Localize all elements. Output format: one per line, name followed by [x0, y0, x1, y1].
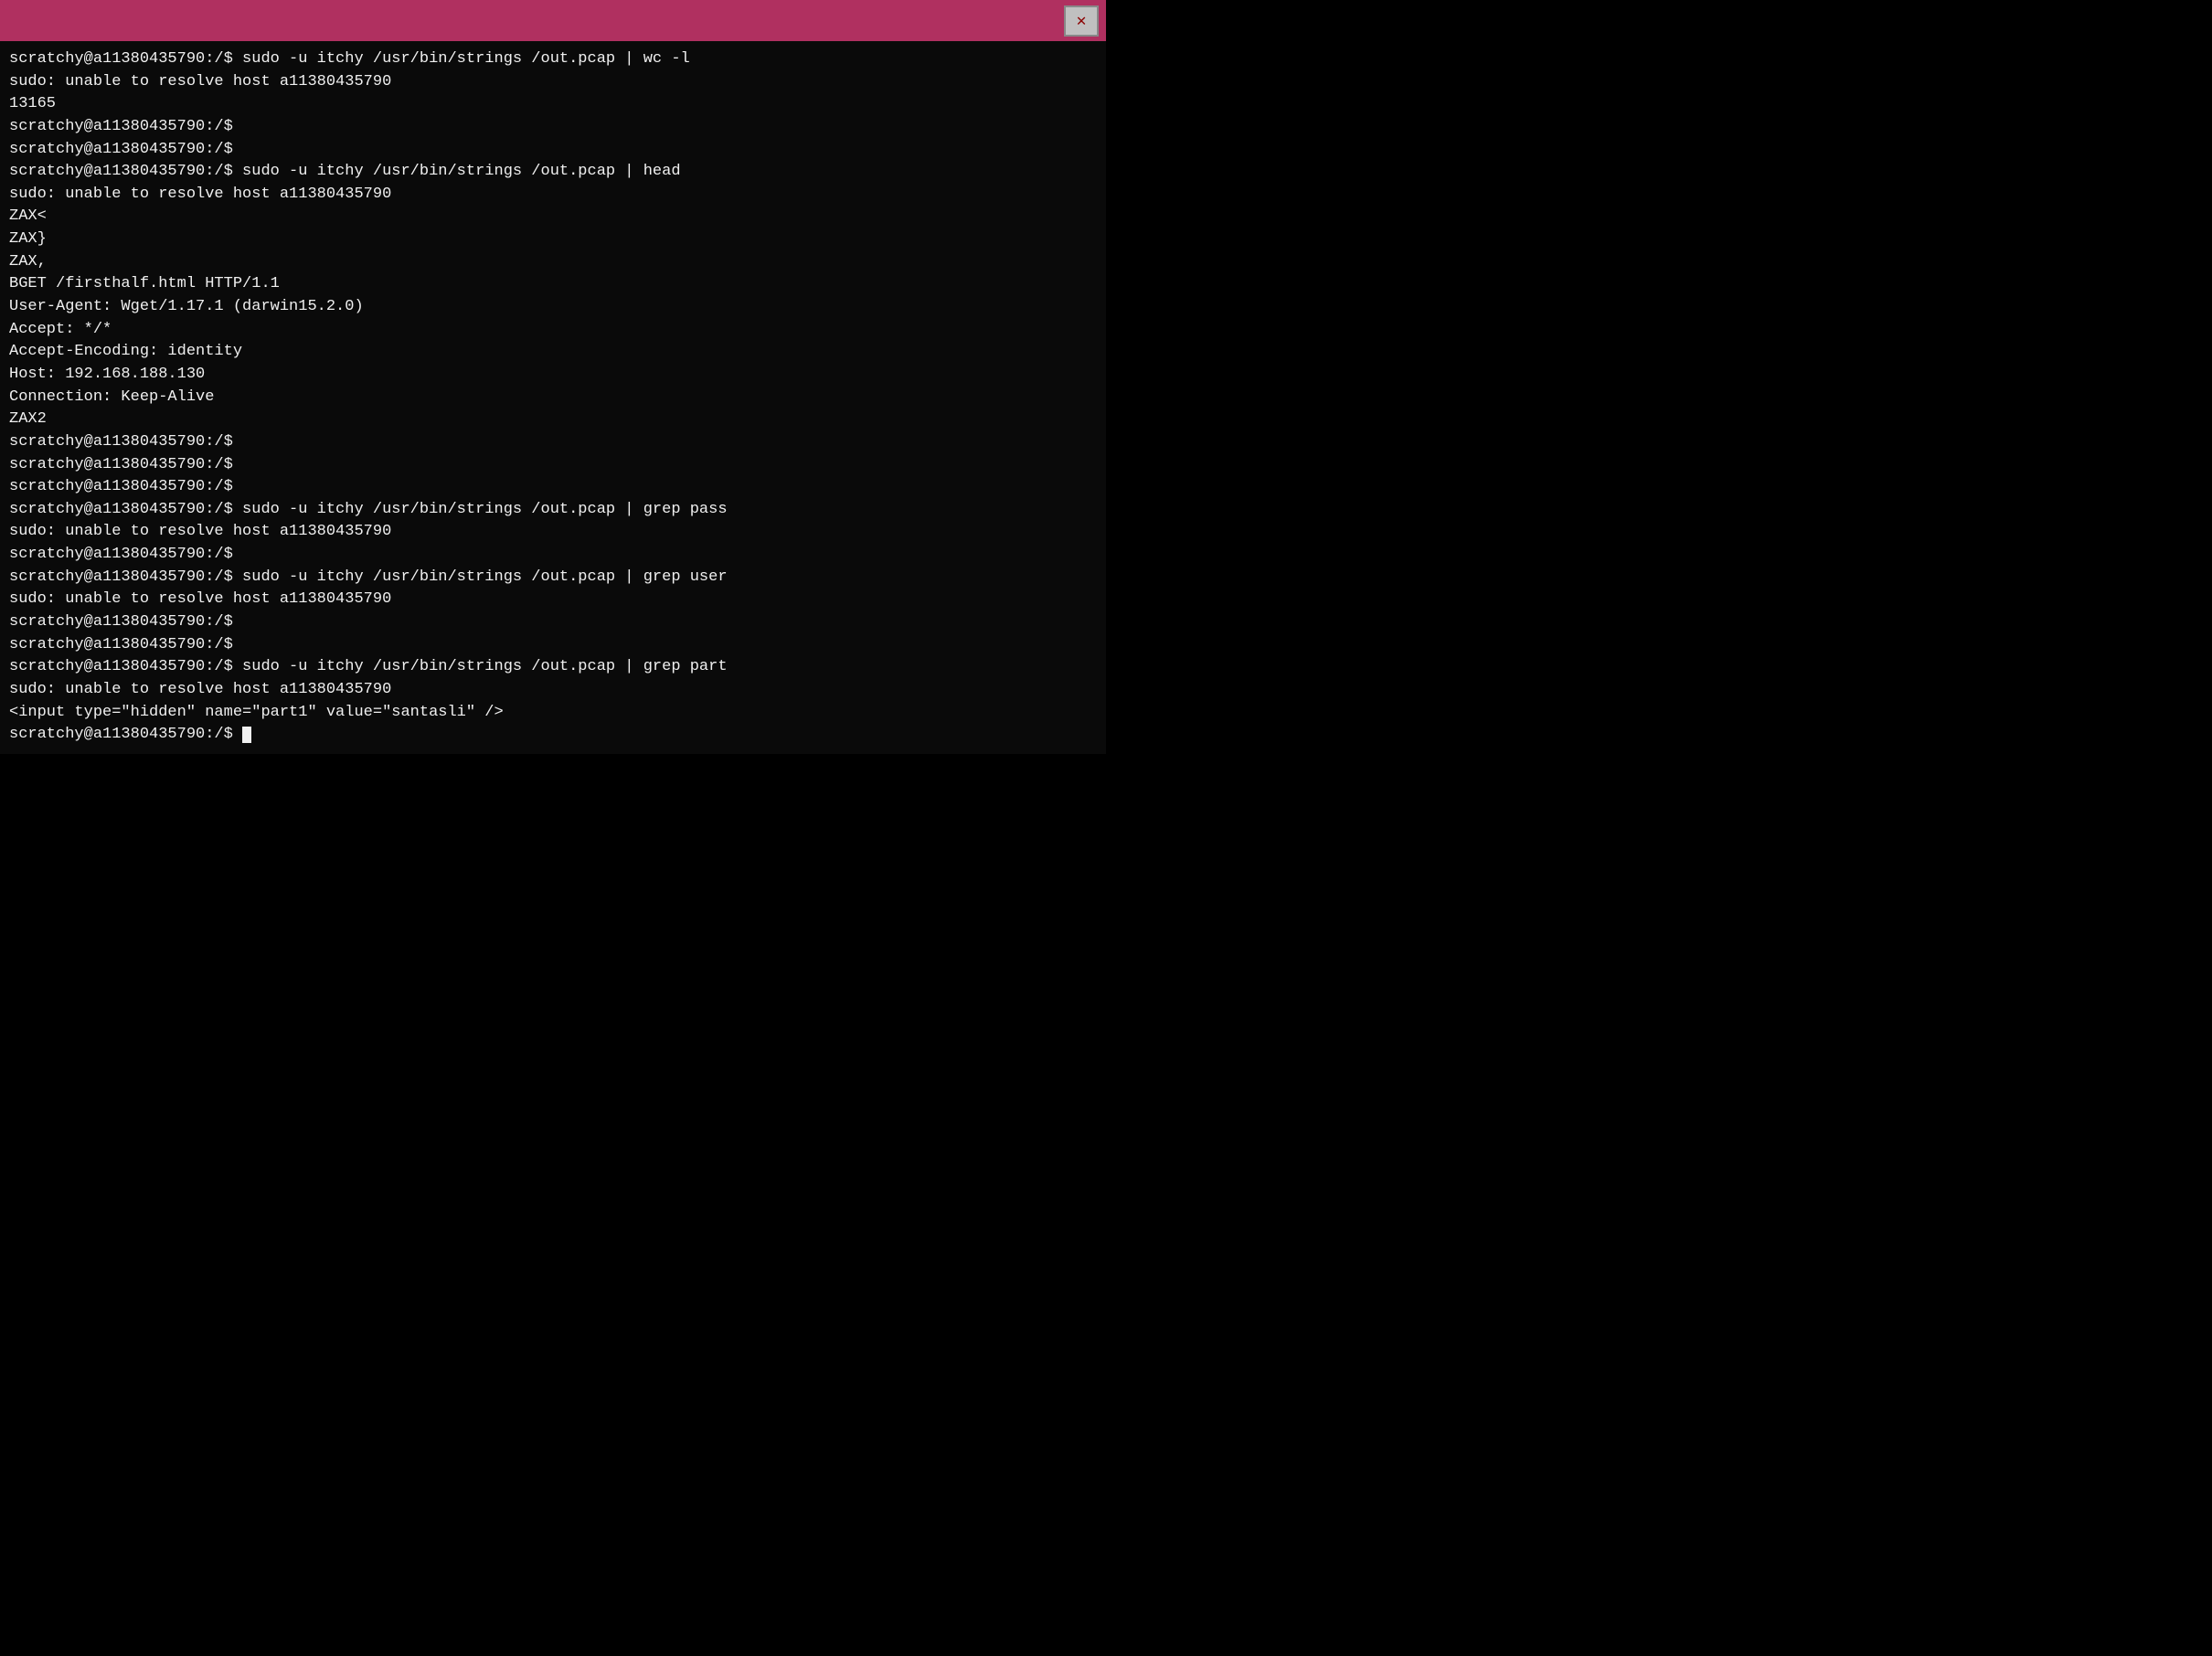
- terminal-line: ZAX2: [9, 410, 47, 428]
- terminal-line: sudo: unable to resolve host a1138043579…: [9, 186, 391, 203]
- terminal-line: scratchy@a11380435790:/$: [9, 726, 242, 743]
- cursor: [242, 727, 251, 743]
- terminal-line: scratchy@a11380435790:/$ sudo -u itchy /…: [9, 501, 728, 518]
- terminal-line: sudo: unable to resolve host a1138043579…: [9, 590, 391, 608]
- terminal-line: scratchy@a11380435790:/$: [9, 456, 233, 473]
- terminal-line: scratchy@a11380435790:/$ sudo -u itchy /…: [9, 50, 690, 68]
- window: ✕ scratchy@a11380435790:/$ sudo -u itchy…: [0, 0, 1106, 754]
- terminal-line: ZAX,: [9, 253, 47, 271]
- terminal-line: scratchy@a11380435790:/$ sudo -u itchy /…: [9, 568, 728, 586]
- terminal-line: scratchy@a11380435790:/$ sudo -u itchy /…: [9, 163, 681, 180]
- terminal-line: sudo: unable to resolve host a1138043579…: [9, 681, 391, 698]
- terminal-line: Accept: */*: [9, 321, 112, 338]
- terminal-line: sudo: unable to resolve host a1138043579…: [9, 73, 391, 90]
- terminal-line: <input type="hidden" name="part1" value=…: [9, 704, 504, 721]
- terminal-line: scratchy@a11380435790:/$: [9, 613, 233, 631]
- close-button[interactable]: ✕: [1064, 5, 1099, 37]
- terminal-line: BGET /firsthalf.html HTTP/1.1: [9, 275, 280, 292]
- title-bar: ✕: [0, 0, 1106, 41]
- terminal-line: scratchy@a11380435790:/$: [9, 118, 233, 135]
- terminal-line: scratchy@a11380435790:/$ sudo -u itchy /…: [9, 658, 728, 675]
- terminal-line: Accept-Encoding: identity: [9, 343, 242, 360]
- terminal-line: Connection: Keep-Alive: [9, 388, 214, 406]
- terminal-line: sudo: unable to resolve host a1138043579…: [9, 523, 391, 540]
- terminal-line: ZAX}: [9, 230, 47, 248]
- terminal-line: scratchy@a11380435790:/$: [9, 636, 233, 653]
- terminal-line: scratchy@a11380435790:/$: [9, 141, 233, 158]
- terminal-line: scratchy@a11380435790:/$: [9, 478, 233, 495]
- terminal-line: User-Agent: Wget/1.17.1 (darwin15.2.0): [9, 298, 364, 315]
- terminal-line: ZAX<: [9, 207, 47, 225]
- terminal-line: scratchy@a11380435790:/$: [9, 546, 233, 563]
- terminal-line: 13165: [9, 95, 56, 112]
- terminal-line: scratchy@a11380435790:/$: [9, 433, 233, 451]
- terminal-line: Host: 192.168.188.130: [9, 366, 205, 383]
- terminal-body[interactable]: scratchy@a11380435790:/$ sudo -u itchy /…: [0, 41, 1106, 754]
